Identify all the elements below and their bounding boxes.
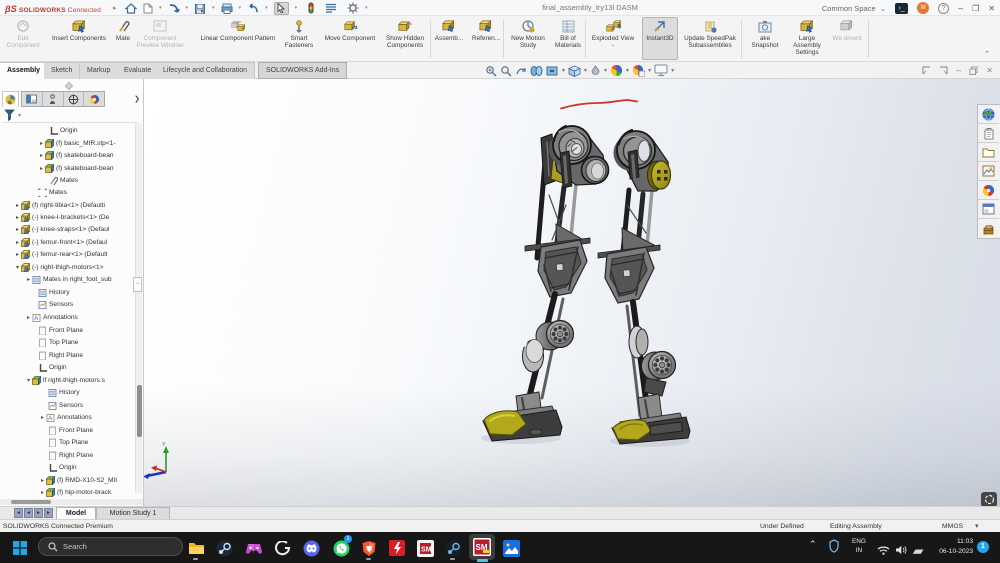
svg-text:SM: SM [421, 546, 432, 553]
svg-text:Y: Y [162, 442, 166, 448]
